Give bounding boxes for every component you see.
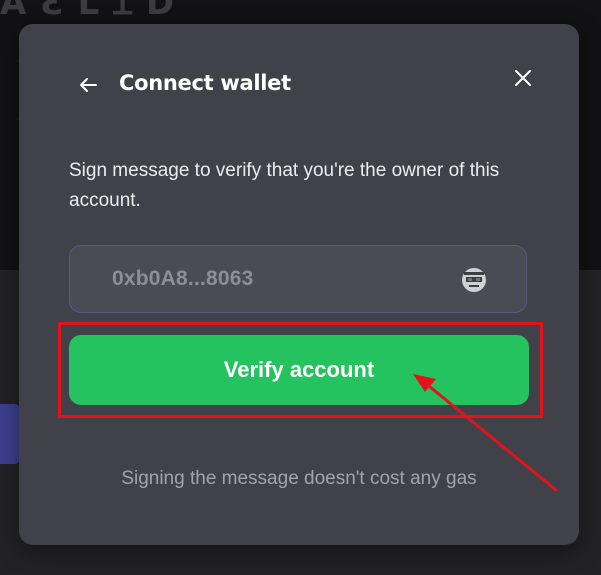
background-blue-element	[0, 404, 20, 464]
gas-footnote: Signing the message doesn't cost any gas	[121, 468, 477, 489]
verify-account-button[interactable]: Verify account	[69, 335, 529, 405]
connect-wallet-modal: Connect wallet Sign message to verify th…	[19, 24, 579, 545]
back-button[interactable]	[76, 73, 100, 97]
pixel-avatar-icon	[462, 268, 486, 292]
close-button[interactable]	[511, 66, 535, 90]
arrow-left-icon	[80, 78, 97, 92]
close-icon	[515, 70, 531, 86]
wallet-address: 0xb0A8...8063	[112, 267, 254, 290]
background-logo: A Ɛ L Ɪ D	[0, 0, 176, 23]
modal-title: Connect wallet	[119, 71, 291, 95]
sign-message-description: Sign message to verify that you're the o…	[69, 160, 500, 211]
wallet-address-field: 0xb0A8...8063	[69, 245, 527, 313]
